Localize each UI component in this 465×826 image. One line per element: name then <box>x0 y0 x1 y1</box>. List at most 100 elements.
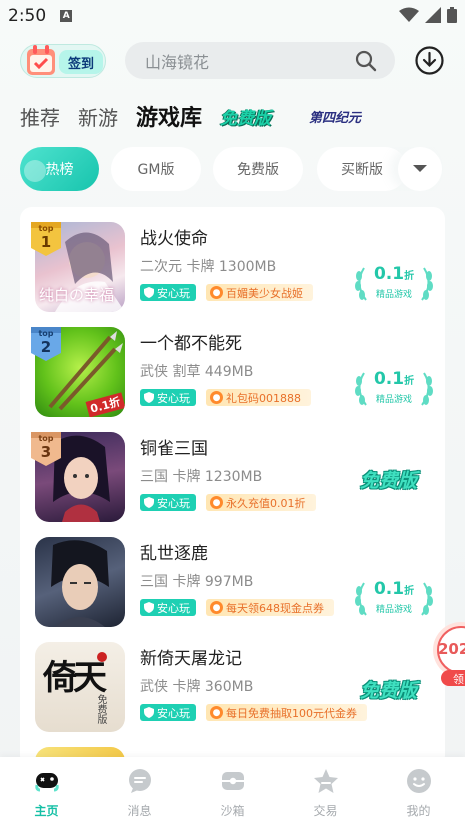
chevron-down-icon <box>413 165 427 172</box>
promo-tag: ● 礼包码001888 <box>206 389 311 406</box>
list-item[interactable]: 纯白の幸福 top 1 战火使命 二次元 卡牌 1300MB 安心玩 ● 百媚美… <box>20 222 445 326</box>
chip-hot-list[interactable]: 热榜 <box>20 147 99 191</box>
smiley-profile-icon <box>407 769 431 793</box>
list-item[interactable]: 倚天 免费版 新倚天屠龙记 武侠 卡牌 360MB 安心玩 ● 每日免费抽取10… <box>20 642 445 746</box>
game-thumbnail[interactable] <box>35 537 125 627</box>
safe-tag-label: 安心玩 <box>157 496 190 510</box>
shield-icon <box>144 392 154 403</box>
discount-value: 0.1折 <box>373 369 415 389</box>
seal-icon <box>97 652 107 662</box>
safe-tag: 安心玩 <box>140 389 196 406</box>
floating-promo[interactable]: 202 领 <box>431 620 465 690</box>
message-icon <box>129 769 151 793</box>
chip-label: 买断版 <box>341 162 383 178</box>
nav-label: 主页 <box>34 804 59 818</box>
top-bar: 签到 山海镜花 <box>20 42 450 80</box>
game-title: 战火使命 <box>140 229 208 249</box>
nav-label: 我的 <box>406 804 431 818</box>
expand-chips-button[interactable] <box>398 147 442 191</box>
rank-badge: top 2 <box>29 327 63 361</box>
rank-number: 2 <box>40 338 52 356</box>
shield-icon <box>144 287 154 298</box>
promo-tag: ● 永久充值0.01折 <box>206 494 316 511</box>
game-title: 一个都不能死 <box>140 334 242 354</box>
rank-prefix: top <box>38 224 54 233</box>
discount-value: 0.1折 <box>373 579 415 599</box>
checkin-label: 签到 <box>59 50 103 74</box>
chip-label: GM版 <box>137 162 175 178</box>
tab-free-version[interactable]: 免费版 <box>220 104 271 129</box>
notification-a-icon: A <box>60 10 73 22</box>
discount-badge: 0.1折 精品游戏 <box>352 369 436 409</box>
free-version-badge: 免费版 <box>360 680 418 702</box>
discount-badge: 0.1折 精品游戏 <box>352 579 436 619</box>
chip-gm-version[interactable]: GM版 <box>111 147 201 191</box>
free-version-badge: 免费版 <box>360 470 418 492</box>
thumbnail-text: 纯白の幸福 <box>39 286 115 304</box>
calendar-icon <box>27 45 55 75</box>
chip-label: 热榜 <box>45 162 74 178</box>
shield-icon <box>144 602 154 613</box>
nav-messages[interactable]: 消息 <box>93 757 186 826</box>
thumbnail-subtext: 免费版 <box>95 694 106 724</box>
game-meta: 三国 卡牌 1230MB <box>140 469 263 485</box>
discount-label: 精品游戏 <box>375 605 412 615</box>
promo-tag-label: 每天领648现金点券 <box>226 601 324 615</box>
tab-new-games[interactable]: 新游 <box>78 102 118 131</box>
nav-label: 交易 <box>313 804 338 818</box>
list-item[interactable]: 乱世逐鹿 三国 卡牌 997MB 安心玩 ● 每天领648现金点券 0.1折 精… <box>20 537 445 641</box>
list-item[interactable]: 0.1折 top 2 一个都不能死 武侠 割草 449MB 安心玩 ● 礼包码0… <box>20 327 445 431</box>
tab-game-library[interactable]: 游戏库 <box>136 100 202 132</box>
promo-tag-label: 百媚美少女战姬 <box>226 286 303 300</box>
rank-number: 1 <box>40 233 52 251</box>
shield-icon <box>144 707 154 718</box>
promo-year: 202 <box>438 640 465 658</box>
nav-profile[interactable]: 我的 <box>372 757 465 826</box>
discount-label: 精品游戏 <box>375 290 412 300</box>
nav-home[interactable]: 主页 <box>0 757 93 826</box>
rank-number: 3 <box>40 443 52 461</box>
thumbnail-text: 倚天 <box>43 658 107 698</box>
promo-sub: 领 <box>453 673 464 686</box>
game-meta: 武侠 割草 449MB <box>140 364 254 380</box>
category-tabs: 推荐 新游 游戏库 免费版 第四纪元 <box>20 98 379 134</box>
rank-prefix: top <box>38 434 54 443</box>
promo-tag-label: 永久充值0.01折 <box>226 496 306 510</box>
promo-tag-label: 礼包码001888 <box>226 391 301 405</box>
wifi-icon <box>399 7 419 22</box>
safe-tag: 安心玩 <box>140 599 196 616</box>
tab-fourth-era[interactable]: 第四纪元 <box>309 107 361 126</box>
shield-icon <box>144 497 154 508</box>
flame-icon: ● <box>210 391 223 404</box>
game-title: 新倚天屠龙记 <box>140 649 242 669</box>
tab-recommend[interactable]: 推荐 <box>20 102 60 131</box>
download-icon[interactable] <box>414 45 445 76</box>
rank-badge: top 1 <box>29 222 63 256</box>
rank-badge: top 3 <box>29 432 63 466</box>
chip-buyout-version[interactable]: 买断版 <box>317 147 407 191</box>
bottom-nav: 主页 消息 沙箱 交易 我的 <box>0 757 465 826</box>
nav-sandbox[interactable]: 沙箱 <box>186 757 279 826</box>
promo-tag: ● 每天领648现金点券 <box>206 599 334 616</box>
flame-icon: ● <box>210 601 223 614</box>
list-item[interactable]: top 3 铜雀三国 三国 卡牌 1230MB 安心玩 ● 永久充值0.01折 … <box>20 432 445 536</box>
game-title: 乱世逐鹿 <box>140 544 208 564</box>
nav-trade[interactable]: 交易 <box>279 757 372 826</box>
game-art <box>51 540 109 627</box>
game-meta: 三国 卡牌 997MB <box>140 574 254 590</box>
game-thumbnail[interactable]: 倚天 免费版 <box>35 642 125 732</box>
promo-tag: ● 百媚美少女战姬 <box>206 284 313 301</box>
search-input[interactable]: 山海镜花 <box>125 42 395 79</box>
safe-tag: 安心玩 <box>140 704 196 721</box>
cellular-icon <box>425 7 441 23</box>
safe-tag-label: 安心玩 <box>157 601 190 615</box>
search-placeholder: 山海镜花 <box>145 52 210 72</box>
nav-label: 消息 <box>127 804 152 818</box>
status-bar: 2:50 A <box>0 0 465 32</box>
promo-tag: ● 每日免费抽取100元代金券 <box>206 704 367 721</box>
game-meta: 二次元 卡牌 1300MB <box>140 259 277 275</box>
chip-free-version[interactable]: 免费版 <box>213 147 303 191</box>
sandbox-icon <box>222 772 244 790</box>
search-icon[interactable] <box>355 50 377 72</box>
checkin-button[interactable]: 签到 <box>20 44 106 78</box>
